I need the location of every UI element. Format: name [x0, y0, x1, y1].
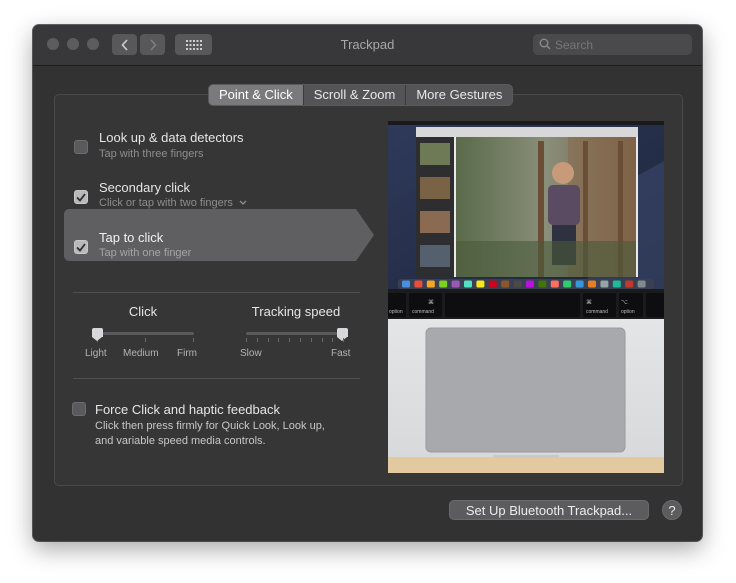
click-tick [193, 338, 194, 342]
click-slider-knob[interactable] [92, 328, 103, 341]
dock-app-icon [575, 280, 584, 288]
dock-app-icon [538, 280, 547, 288]
force-click-checkbox[interactable] [72, 402, 86, 416]
click-label-light: Light [85, 348, 107, 359]
chevron-down-icon [239, 200, 247, 205]
checkmark-icon [76, 192, 86, 202]
dock-app-icon [513, 280, 522, 288]
dock-app-icon [588, 280, 596, 288]
click-tick [145, 338, 146, 342]
tracking-tick [278, 338, 280, 342]
secondary-click-checkbox[interactable] [74, 190, 88, 204]
dock-app-icon [426, 280, 435, 288]
secondary-click-subtitle: Click or tap with two fingers [99, 197, 233, 209]
tracking-tick [256, 338, 258, 342]
divider [73, 378, 360, 379]
dock-app-icon [550, 280, 559, 288]
lookup-title: Look up & data detectors [99, 130, 244, 145]
dock-app-icon [451, 280, 460, 288]
secondary-click-title: Secondary click [99, 180, 191, 195]
dock-app-icon [476, 280, 485, 288]
dock-app-icon [501, 280, 510, 288]
key-option-right: option [621, 309, 635, 315]
search-input[interactable] [555, 34, 685, 55]
tap-to-click-title: Tap to click [99, 230, 164, 245]
dock-app-icon [625, 280, 634, 288]
tracking-tick [343, 338, 345, 342]
key-command-right: command [586, 309, 608, 315]
gesture-preview-video: option ⌘ command ⌘ command ⌥ option [388, 121, 664, 473]
tracking-tick [289, 338, 291, 342]
search-field[interactable] [533, 34, 692, 55]
tracking-label-fast: Fast [331, 348, 351, 359]
tap-to-click-subtitle: Tap with one finger [99, 247, 192, 259]
tab-more-gestures[interactable]: More Gestures [405, 85, 512, 105]
macbook-preview-image: option ⌘ command ⌘ command ⌥ option [388, 121, 664, 473]
dock-app-icon [612, 280, 621, 288]
checkmark-icon [76, 242, 86, 252]
preferences-window: Trackpad Point & Click Scroll & Zoom Mor… [33, 25, 702, 541]
dock-app-icon [439, 280, 448, 288]
dock-app-icon [563, 280, 572, 288]
click-slider-track[interactable] [97, 332, 194, 335]
dock-app-icon [402, 280, 410, 288]
tracking-tick [310, 338, 312, 342]
title-bar: Trackpad [33, 25, 702, 66]
tracking-tick [321, 338, 323, 342]
dock-app-icon [488, 280, 497, 288]
tab-point-and-click[interactable]: Point & Click [209, 85, 303, 105]
key-command-left: command [412, 309, 434, 315]
click-label-medium: Medium [123, 348, 159, 359]
click-label-firm: Firm [177, 348, 197, 359]
divider [73, 292, 360, 293]
search-icon [539, 38, 551, 50]
secondary-click-dropdown[interactable]: Click or tap with two fingers [99, 197, 247, 209]
lookup-checkbox[interactable] [74, 140, 88, 154]
dock-app-icon [526, 280, 534, 288]
help-button[interactable]: ? [662, 500, 682, 520]
force-click-title: Force Click and haptic feedback [95, 402, 280, 417]
force-click-description-1: Click then press firmly for Quick Look, … [95, 420, 325, 432]
tracking-slider-track[interactable] [246, 332, 344, 335]
dock-app-icon [600, 280, 609, 288]
tab-bar: Point & Click Scroll & Zoom More Gesture… [208, 84, 514, 106]
force-click-description-2: and variable speed media controls. [95, 435, 266, 447]
click-slider-title: Click [128, 304, 158, 319]
tap-to-click-checkbox[interactable] [74, 240, 88, 254]
dock-app-icon [637, 280, 646, 288]
tracking-tick [300, 338, 301, 342]
key-option-left: option [389, 309, 403, 315]
key-cmd-symbol-right: ⌘ [586, 299, 592, 306]
dock-app-icon [414, 280, 423, 288]
tracking-slider-title: Tracking speed [251, 304, 341, 319]
dock-app-icon [464, 280, 472, 288]
setup-bluetooth-trackpad-button[interactable]: Set Up Bluetooth Trackpad... [449, 500, 649, 520]
tracking-label-slow: Slow [240, 348, 262, 359]
key-cmd-symbol-left: ⌘ [428, 299, 434, 306]
tracking-tick [246, 338, 247, 342]
key-alt-symbol: ⌥ [621, 300, 628, 306]
selected-option-pointer [356, 209, 374, 261]
tracking-tick [267, 338, 269, 342]
tab-scroll-and-zoom[interactable]: Scroll & Zoom [302, 85, 406, 105]
lookup-subtitle: Tap with three fingers [99, 148, 204, 160]
tracking-tick [332, 338, 334, 342]
